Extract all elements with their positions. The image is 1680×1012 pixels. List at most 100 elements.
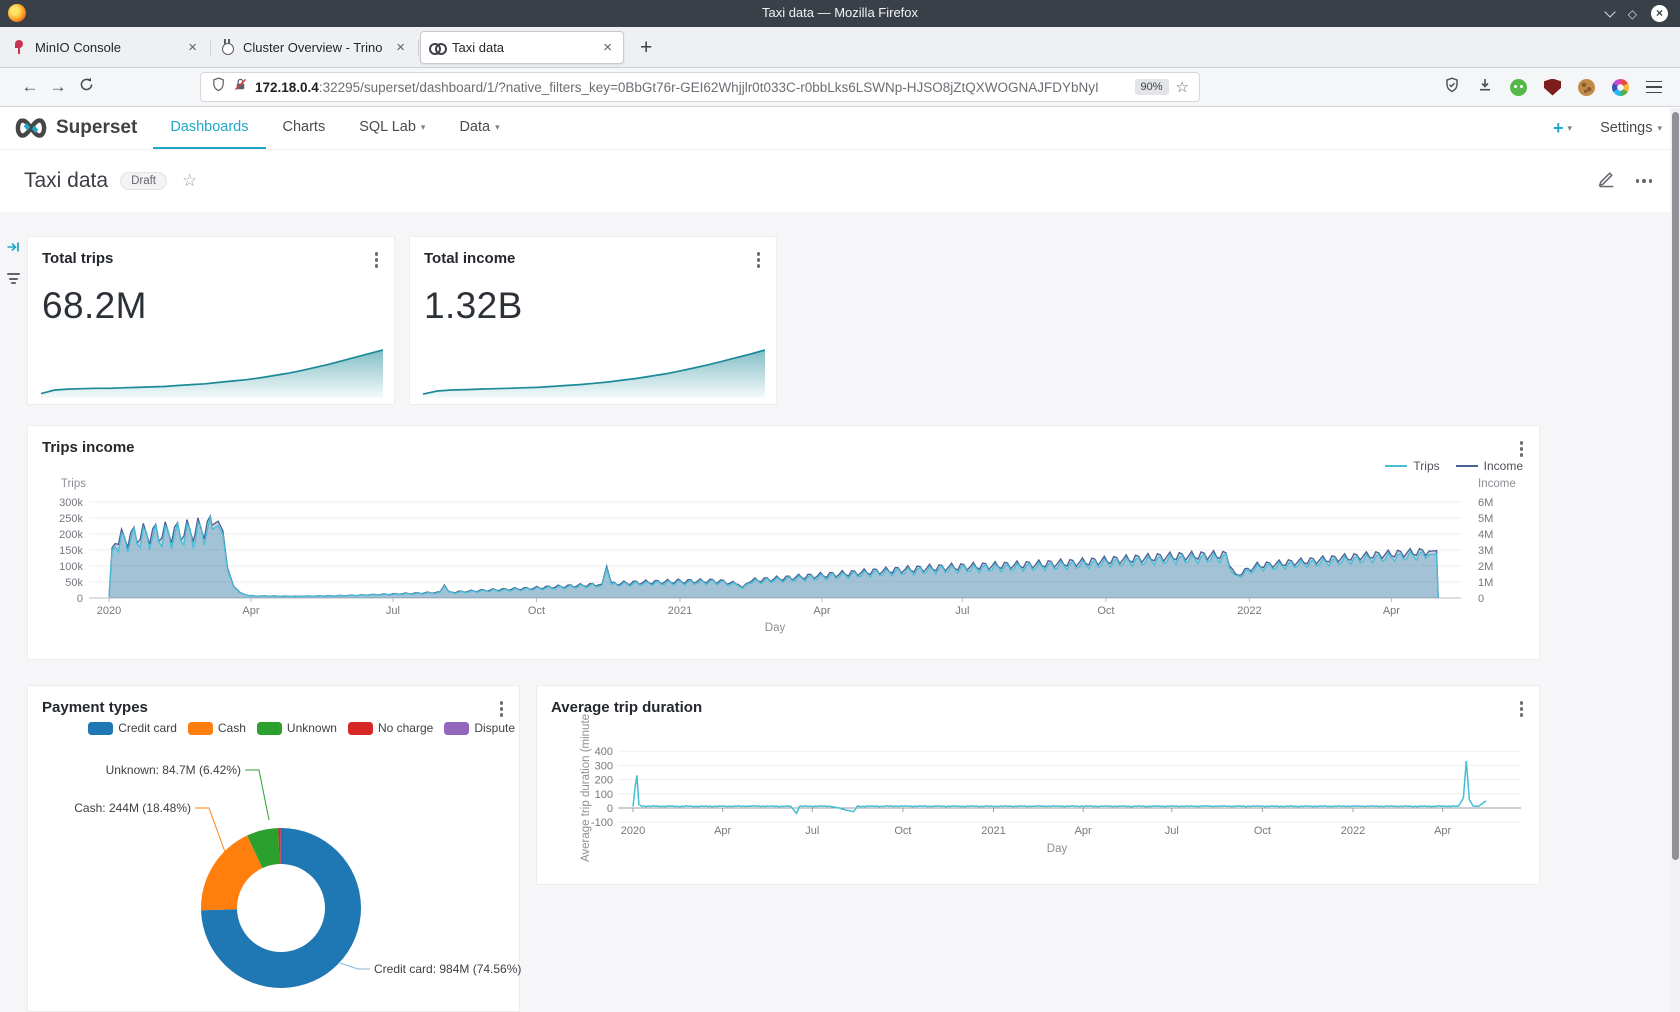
chart-title: Total trips: [42, 250, 113, 267]
superset-brand[interactable]: Superset: [56, 107, 137, 149]
nav-item-data[interactable]: Data ▾: [442, 107, 516, 149]
nav-item-sql-lab[interactable]: SQL Lab▾: [342, 107, 442, 149]
zoom-level-badge[interactable]: 90%: [1135, 79, 1169, 95]
legend-item-trips[interactable]: Trips: [1385, 459, 1439, 473]
settings-menu[interactable]: Settings▾: [1600, 120, 1662, 136]
y-axis-tick: 100: [595, 789, 613, 801]
y-axis-tick: 300: [595, 760, 613, 772]
y-axis-title-right: Income: [1478, 478, 1516, 490]
card-trips-income: Trips income TripsIncome 300k6M250k5M200…: [27, 425, 1540, 660]
y-axis-tick-left: 150k: [59, 545, 83, 557]
legend-label: Dispute: [474, 721, 515, 735]
tab-close-icon[interactable]: ×: [185, 39, 200, 56]
header-actions: [1597, 169, 1657, 193]
chart-title: Average trip duration: [551, 699, 702, 716]
y-axis-tick: 0: [607, 803, 613, 815]
legend-label: Income: [1484, 459, 1523, 473]
browser-tab-3[interactable]: Taxi data×: [420, 31, 624, 64]
tab-strip: MinIO Console×Cluster Overview - Trino×T…: [0, 27, 1680, 68]
y-axis-tick-left: 50k: [65, 577, 83, 589]
add-new-button[interactable]: +▾: [1553, 119, 1572, 137]
tracking-shield-icon[interactable]: [211, 77, 226, 97]
chart-menu-icon[interactable]: [753, 248, 765, 272]
ublock-origin-icon[interactable]: [1544, 79, 1561, 96]
chevron-down-icon: ▾: [495, 122, 500, 133]
url-bar[interactable]: 172.18.0.4:32295/superset/dashboard/1/?n…: [200, 72, 1200, 102]
chart-title: Trips income: [42, 439, 135, 456]
legend-line-swatch: [1385, 465, 1407, 467]
y-axis-tick-right: 0: [1478, 593, 1484, 605]
legend-item-cash[interactable]: Cash: [188, 721, 246, 735]
tab-close-icon[interactable]: ×: [393, 39, 408, 56]
card-payment-types: Payment types Credit cardCashUnknownNo c…: [27, 685, 520, 1012]
legend-item-unknown[interactable]: Unknown: [257, 721, 337, 735]
avg-trip-duration-chart[interactable]: 4003002001000-1002020AprJulOct2021AprJul…: [537, 686, 1541, 886]
superset-logo-icon[interactable]: [12, 107, 50, 149]
nav-item-charts[interactable]: Charts: [266, 107, 343, 149]
bookmark-star-icon[interactable]: ☆: [1176, 78, 1189, 96]
expand-filter-bar-icon[interactable]: [6, 240, 20, 259]
window-minimize-icon[interactable]: [1604, 6, 1615, 17]
x-axis-tick: 2022: [1341, 825, 1365, 837]
donut-slice-label: Cash: 244M (18.48%): [74, 801, 191, 815]
legend-label: Trips: [1413, 459, 1439, 473]
x-axis-title: Day: [1047, 843, 1068, 855]
privacy-badger-icon[interactable]: [1510, 79, 1527, 96]
legend-item-credit-card[interactable]: Credit card: [88, 721, 177, 735]
legend-swatch: [188, 722, 213, 735]
edit-dashboard-icon[interactable]: [1597, 169, 1616, 193]
menu-hamburger-icon[interactable]: [1646, 81, 1662, 94]
scrollbar-thumb[interactable]: [1672, 112, 1679, 860]
chart-menu-icon[interactable]: [1516, 697, 1528, 721]
filter-icon[interactable]: [7, 271, 20, 284]
reload-button[interactable]: [72, 77, 100, 97]
x-axis-tick: 2021: [981, 825, 1005, 837]
chevron-down-icon: ▾: [1657, 123, 1662, 134]
browser-tab-1[interactable]: MinIO Console×: [4, 31, 208, 64]
back-button[interactable]: ←: [16, 77, 44, 97]
window-close-icon[interactable]: ×: [1651, 5, 1668, 22]
browser-tab-2[interactable]: Cluster Overview - Trino×: [212, 31, 416, 64]
x-axis-tick: Jul: [805, 825, 819, 837]
cookie-extension-icon[interactable]: [1578, 79, 1595, 96]
y-axis-tick-right: 1M: [1478, 577, 1493, 589]
y-axis-tick-left: 250k: [59, 513, 83, 525]
y-axis-tick-right: 6M: [1478, 497, 1493, 509]
nav-item-dashboards[interactable]: Dashboards: [153, 107, 265, 149]
x-axis-tick: Apr: [1075, 825, 1092, 837]
window-maximize-icon[interactable]: ◇: [1628, 8, 1637, 20]
legend-item-dispute[interactable]: Dispute: [444, 721, 515, 735]
tab-title: Taxi data: [452, 40, 600, 55]
page-scrollbar[interactable]: [1670, 108, 1680, 1012]
tab-close-icon[interactable]: ×: [600, 39, 615, 56]
protection-shield-icon[interactable]: [1444, 77, 1460, 98]
new-tab-button[interactable]: +: [640, 37, 652, 58]
trips-income-chart[interactable]: 300k6M250k5M200k4M150k3M100k2M50k1M00Tri…: [28, 426, 1539, 659]
window-controls: ◇ ×: [1606, 0, 1668, 27]
nav-item-label: Data: [459, 119, 490, 135]
header-menu-icon[interactable]: [1632, 175, 1657, 187]
browser-toolbar: ← → 172.18.0.4:32295/superset/dashboard/…: [0, 68, 1680, 107]
x-axis-tick: Oct: [528, 605, 545, 617]
chart-menu-icon[interactable]: [496, 697, 508, 721]
x-axis-tick: Oct: [894, 825, 911, 837]
x-axis-tick: Apr: [1434, 825, 1451, 837]
plus-icon: +: [1553, 119, 1564, 137]
y-axis-tick-left: 300k: [59, 497, 83, 509]
legend-label: No charge: [378, 721, 433, 735]
tab-title: Cluster Overview - Trino: [243, 40, 393, 55]
chart-menu-icon[interactable]: [1516, 437, 1528, 461]
url-host: 172.18.0.4: [255, 80, 319, 95]
extension-pinwheel-icon[interactable]: [1612, 79, 1629, 96]
chart-menu-icon[interactable]: [371, 248, 383, 272]
favorite-star-icon[interactable]: ☆: [182, 171, 197, 191]
forward-button[interactable]: →: [44, 77, 72, 97]
legend-item-income[interactable]: Income: [1456, 459, 1523, 473]
y-axis-tick-left: 200k: [59, 529, 83, 541]
legend-item-no-charge[interactable]: No charge: [348, 721, 433, 735]
url-path: :32295/superset/dashboard/1/?native_filt…: [319, 80, 1099, 95]
downloads-icon[interactable]: [1477, 77, 1493, 98]
insecure-lock-icon[interactable]: [233, 77, 248, 97]
trips-sparkline-chart: [41, 346, 383, 398]
x-axis-tick: 2022: [1237, 605, 1261, 617]
